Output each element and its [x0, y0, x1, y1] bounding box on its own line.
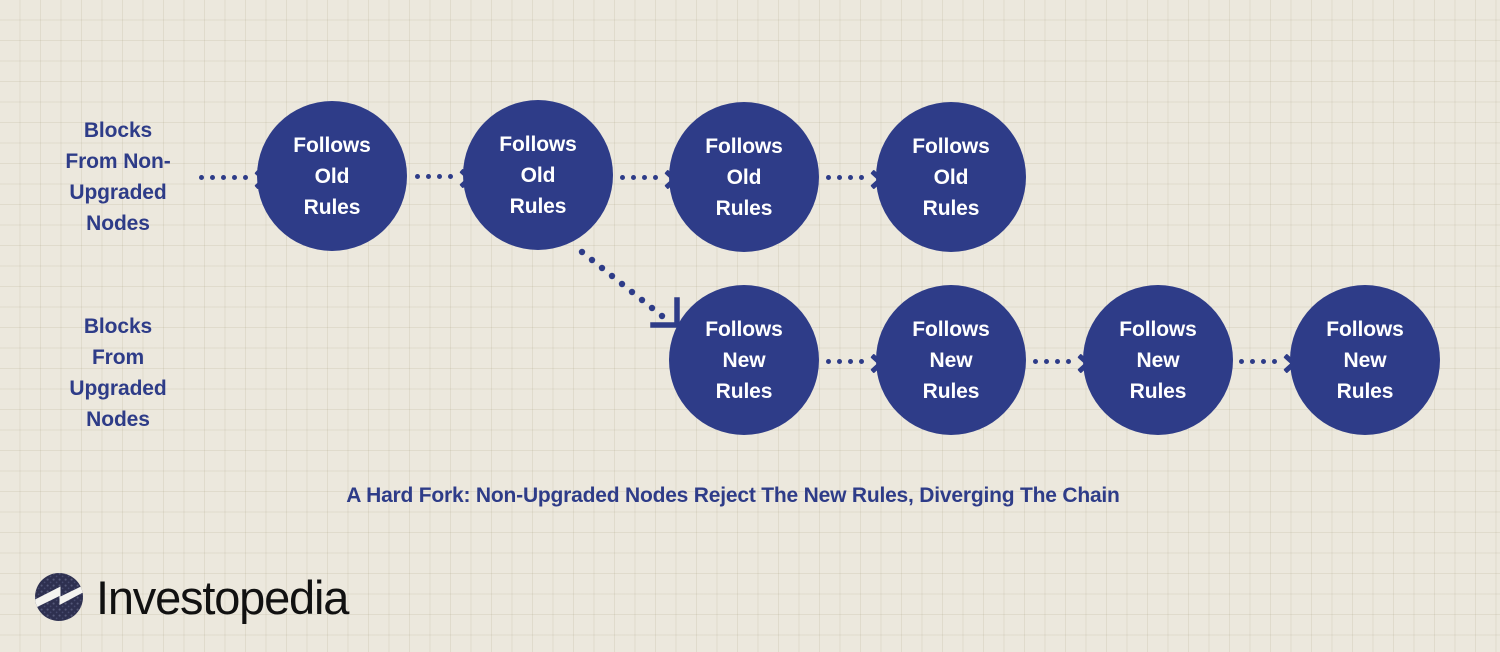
block-node-label: Follows New Rules: [1326, 317, 1404, 403]
fork-arrow-icon: [578, 248, 680, 328]
arrow-dots: [826, 174, 870, 180]
block-node-new-2[interactable]: Follows New Rules: [876, 285, 1026, 435]
logo-wordmark: Investopedia: [96, 570, 349, 624]
row-label-line: Nodes: [86, 408, 150, 431]
row-label-line: Blocks: [83, 119, 153, 142]
block-node-new-3[interactable]: Follows New Rules: [1083, 285, 1233, 435]
arrow-dots: [1033, 358, 1077, 364]
block-node-label: Follows Old Rules: [912, 134, 990, 220]
block-node-new-4[interactable]: Follows New Rules: [1290, 285, 1440, 435]
block-node-old-2[interactable]: Follows Old Rules: [463, 100, 613, 250]
row-label-line: Nodes: [86, 212, 150, 235]
block-node-new-1[interactable]: Follows New Rules: [669, 285, 819, 435]
arrow-dots: [620, 174, 664, 180]
row-label-line: Upgraded: [69, 377, 167, 400]
row-label-line: From: [91, 346, 145, 369]
row-label-non-upgraded: Blocks From Non- Upgraded Nodes: [18, 115, 218, 239]
block-node-label: Follows Old Rules: [293, 133, 371, 219]
row-label-line: From Non-: [65, 150, 171, 173]
block-node-label: Follows New Rules: [705, 317, 783, 403]
arrow-dots: [826, 358, 870, 364]
arrow-dots: [199, 174, 254, 180]
row-label-line: Blocks: [83, 315, 153, 338]
diagram-caption: A Hard Fork: Non-Upgraded Nodes Reject T…: [346, 484, 1120, 507]
investopedia-logo: Investopedia: [34, 570, 349, 624]
block-node-label: Follows Old Rules: [705, 134, 783, 220]
row-label-line: Upgraded: [69, 181, 167, 204]
block-node-label: Follows New Rules: [1119, 317, 1197, 403]
block-node-label: Follows Old Rules: [499, 132, 577, 218]
investopedia-z-icon: [35, 573, 83, 621]
block-node-label: Follows New Rules: [912, 317, 990, 403]
arrow-dots: [1239, 358, 1283, 364]
arrow-dots: [415, 173, 459, 179]
block-node-old-3[interactable]: Follows Old Rules: [669, 102, 819, 252]
block-node-old-1[interactable]: Follows Old Rules: [257, 101, 407, 251]
block-node-old-4[interactable]: Follows Old Rules: [876, 102, 1026, 252]
diagram-canvas: Blocks From Non- Upgraded Nodes Blocks F…: [0, 0, 1500, 652]
row-label-upgraded: Blocks From Upgraded Nodes: [18, 311, 218, 435]
